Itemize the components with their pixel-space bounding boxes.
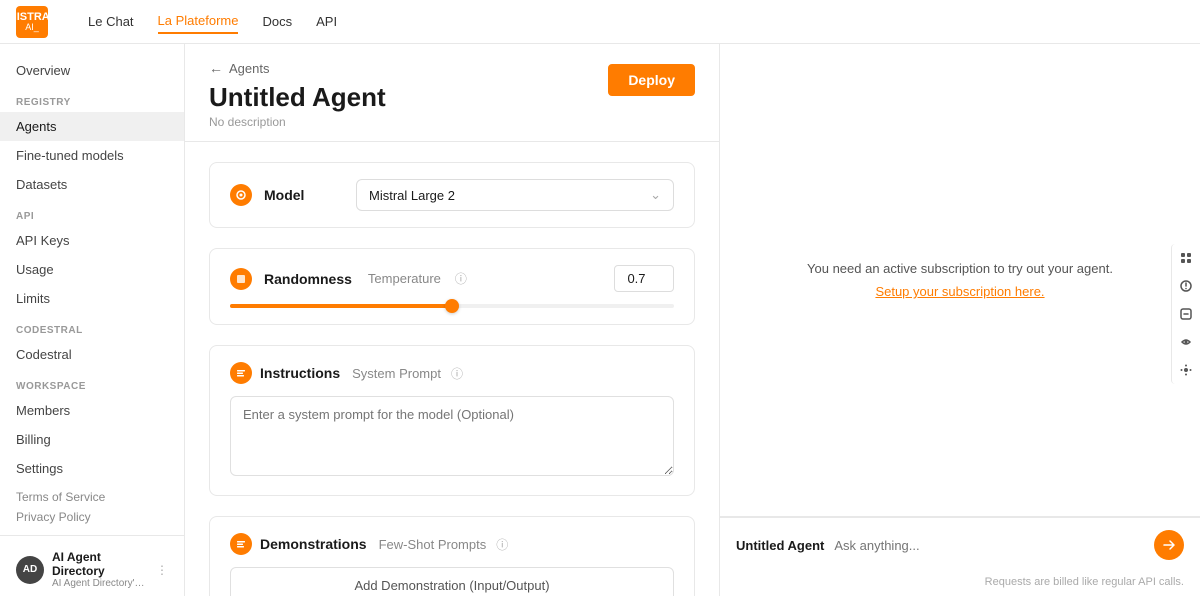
sidebar-item-fine-tuned[interactable]: Fine-tuned models xyxy=(0,141,184,170)
sidebar-item-codestral[interactable]: Codestral xyxy=(0,340,184,369)
sidebar-section-registry: REGISTRY xyxy=(0,85,184,112)
demonstrations-icon xyxy=(230,533,252,555)
randomness-header-row: Randomness Temperature ⓘ 0.7 xyxy=(230,265,674,292)
user-workspace: AI Agent Directory's workspace xyxy=(52,578,148,589)
user-name: AI Agent Directory xyxy=(52,550,148,578)
randomness-icon xyxy=(230,268,252,290)
nav-docs[interactable]: Docs xyxy=(262,10,292,33)
dropdown-icon: ⌄ xyxy=(650,187,661,203)
right-toolbar xyxy=(1171,244,1200,384)
toolbar-btn-2[interactable] xyxy=(1172,272,1200,300)
slider-container xyxy=(230,304,674,308)
add-demonstration-button[interactable]: Add Demonstration (Input/Output) xyxy=(230,567,674,596)
demonstrations-label: Demonstrations xyxy=(260,536,367,552)
form-area: Model Mistral Large 2 ⌄ xyxy=(185,142,719,596)
instructions-header: Instructions System Prompt ⓘ xyxy=(230,362,674,384)
sidebar-item-limits[interactable]: Limits xyxy=(0,284,184,313)
model-select[interactable]: Mistral Large 2 ⌄ xyxy=(356,179,674,211)
user-row[interactable]: AD AI Agent Directory AI Agent Directory… xyxy=(12,544,172,595)
instructions-icon xyxy=(230,362,252,384)
instructions-card: Instructions System Prompt ⓘ xyxy=(209,345,695,496)
avatar: AD xyxy=(16,556,44,584)
sidebar-item-settings[interactable]: Settings xyxy=(0,454,184,483)
demonstrations-sublabel: Few-Shot Prompts xyxy=(379,537,487,552)
demonstrations-info-icon[interactable]: ⓘ xyxy=(496,536,508,553)
chat-input[interactable] xyxy=(834,538,1144,553)
sidebar-item-datasets[interactable]: Datasets xyxy=(0,170,184,199)
logo-box: MISTRAL AI_ xyxy=(16,6,48,38)
sidebar-section-api: API xyxy=(0,199,184,226)
logo[interactable]: MISTRAL AI_ xyxy=(16,6,48,38)
main-content: ← Agents Untitled Agent No description D… xyxy=(185,44,720,596)
model-card: Model Mistral Large 2 ⌄ xyxy=(209,162,695,228)
sidebar-links: Terms of Service Privacy Policy xyxy=(0,483,184,535)
chat-agent-name: Untitled Agent xyxy=(736,538,824,553)
randomness-label: Randomness xyxy=(264,271,352,287)
sidebar-item-overview[interactable]: Overview xyxy=(0,56,184,85)
chat-footer: Untitled Agent xyxy=(720,517,1200,572)
nav-le-chat[interactable]: Le Chat xyxy=(88,10,134,33)
randomness-card: Randomness Temperature ⓘ 0.7 xyxy=(209,248,695,325)
instructions-sublabel: System Prompt xyxy=(352,366,441,381)
model-label: Model xyxy=(264,187,344,203)
slider-track xyxy=(230,304,674,308)
nav-api[interactable]: API xyxy=(316,10,337,33)
sidebar-item-usage[interactable]: Usage xyxy=(0,255,184,284)
page-header: ← Agents Untitled Agent No description D… xyxy=(185,44,719,142)
instructions-label: Instructions xyxy=(260,365,340,381)
toolbar-btn-4[interactable] xyxy=(1172,328,1200,356)
slider-fill xyxy=(230,304,452,308)
sidebar: Overview REGISTRY Agents Fine-tuned mode… xyxy=(0,44,185,596)
terms-link[interactable]: Terms of Service xyxy=(16,487,168,507)
panel-wrapper: ← Agents Untitled Agent No description D… xyxy=(185,44,1200,596)
page-description: No description xyxy=(209,115,695,129)
breadcrumb-agents-link[interactable]: Agents xyxy=(229,61,269,76)
instructions-info-icon[interactable]: ⓘ xyxy=(451,365,463,382)
sidebar-item-agents[interactable]: Agents xyxy=(0,112,184,141)
logo-text: MISTRAL xyxy=(8,11,57,23)
app-body: Overview REGISTRY Agents Fine-tuned mode… xyxy=(0,44,1200,596)
demonstrations-header: Demonstrations Few-Shot Prompts ⓘ xyxy=(230,533,674,555)
privacy-link[interactable]: Privacy Policy xyxy=(16,507,168,527)
deploy-button[interactable]: Deploy xyxy=(608,64,695,96)
nav-la-plateforme[interactable]: La Plateforme xyxy=(158,9,239,34)
instructions-textarea[interactable] xyxy=(230,396,674,476)
model-value: Mistral Large 2 xyxy=(369,188,455,203)
sidebar-section-codestral: CODESTRAL xyxy=(0,313,184,340)
chat-footer-wrapper: Untitled Agent Requests are billed like … xyxy=(720,516,1200,596)
sidebar-footer: AD AI Agent Directory AI Agent Directory… xyxy=(0,535,184,596)
model-icon xyxy=(230,184,252,206)
logo-sub: AI_ xyxy=(8,23,57,33)
sidebar-item-api-keys[interactable]: API Keys xyxy=(0,226,184,255)
sidebar-item-billing[interactable]: Billing xyxy=(0,425,184,454)
right-panel-body: You need an active subscription to try o… xyxy=(720,44,1200,516)
topnav: MISTRAL AI_ Le Chat La Plateforme Docs A… xyxy=(0,0,1200,44)
sidebar-item-members[interactable]: Members xyxy=(0,396,184,425)
chevron-icon: ⋮ xyxy=(156,563,168,577)
back-arrow-icon: ← xyxy=(209,60,223,76)
subscription-message: You need an active subscription to try o… xyxy=(807,261,1113,276)
subscription-link[interactable]: Setup your subscription here. xyxy=(875,284,1044,299)
sidebar-section-workspace: WORKSPACE xyxy=(0,369,184,396)
toolbar-btn-3[interactable] xyxy=(1172,300,1200,328)
info-icon[interactable]: ⓘ xyxy=(455,270,467,287)
send-button[interactable] xyxy=(1154,530,1184,560)
temperature-input[interactable]: 0.7 xyxy=(614,265,674,292)
right-panel: You need an active subscription to try o… xyxy=(720,44,1200,596)
toolbar-btn-5[interactable] xyxy=(1172,356,1200,384)
demonstrations-card: Demonstrations Few-Shot Prompts ⓘ Add De… xyxy=(209,516,695,596)
slider-thumb[interactable] xyxy=(445,299,459,313)
billing-note: Requests are billed like regular API cal… xyxy=(720,572,1200,596)
randomness-sublabel: Temperature xyxy=(368,271,441,286)
toolbar-btn-1[interactable] xyxy=(1172,244,1200,272)
model-row: Model Mistral Large 2 ⌄ xyxy=(230,179,674,211)
user-info: AI Agent Directory AI Agent Directory's … xyxy=(52,550,148,589)
